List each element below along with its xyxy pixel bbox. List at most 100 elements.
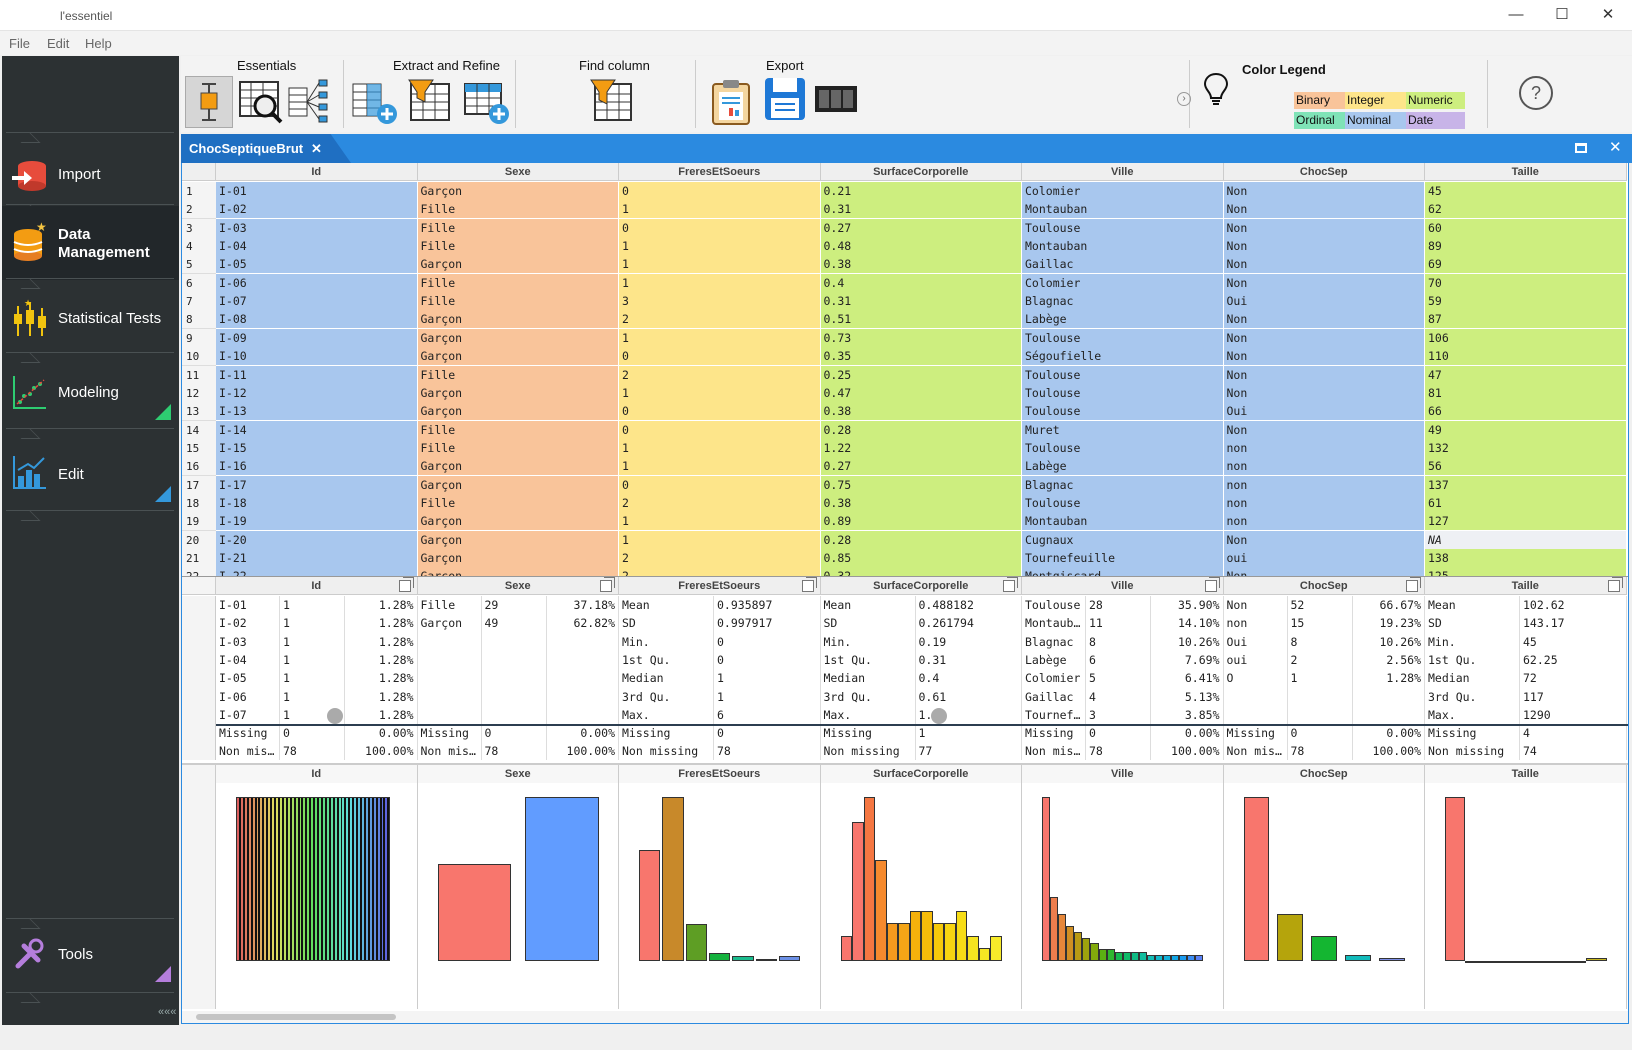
table-cell[interactable]: 1 — [619, 512, 821, 532]
close-window-icon[interactable]: ✕ — [1588, 4, 1628, 26]
menu-edit[interactable]: Edit — [47, 36, 69, 51]
table-cell[interactable]: Oui — [1223, 292, 1425, 312]
table-cell[interactable]: I-15 — [216, 438, 418, 458]
table-cell[interactable]: 66 — [1425, 402, 1627, 422]
sidebar-item-tools[interactable]: Tools — [2, 924, 179, 988]
table-cell[interactable]: 0.27 — [820, 457, 1022, 477]
table-cell[interactable]: Fille — [417, 200, 619, 220]
table-cell[interactable]: Colomier — [1022, 182, 1224, 201]
table-cell[interactable]: Non — [1223, 328, 1425, 348]
table-cell[interactable]: I-10 — [216, 347, 418, 367]
table-cell[interactable]: I-09 — [216, 328, 418, 348]
table-cell[interactable]: Toulouse — [1022, 438, 1224, 458]
table-cell[interactable]: Non — [1223, 182, 1425, 201]
sidebar-item-modeling[interactable]: Modeling — [2, 362, 179, 426]
table-cell[interactable]: Garçon — [417, 530, 619, 550]
table-cell[interactable]: Labège — [1022, 310, 1224, 330]
table-cell[interactable]: 2 — [619, 310, 821, 330]
save-button[interactable] — [763, 76, 807, 128]
table-cell[interactable]: 0 — [619, 420, 821, 440]
table-cell[interactable]: Montauban — [1022, 512, 1224, 532]
table-cell[interactable]: non — [1223, 457, 1425, 477]
expand-toolbar-button[interactable]: › — [1177, 92, 1191, 106]
table-cell[interactable]: Non — [1223, 420, 1425, 440]
table-cell[interactable]: 61 — [1425, 493, 1627, 513]
table-cell[interactable]: Garçon — [417, 549, 619, 568]
column-header[interactable]: Taille — [1425, 163, 1627, 181]
table-cell[interactable]: 69 — [1425, 255, 1627, 275]
table-cell[interactable]: 0.31 — [820, 292, 1022, 312]
table-cell[interactable]: I-20 — [216, 530, 418, 550]
table-cell[interactable]: 47 — [1425, 365, 1627, 385]
copy-icon[interactable] — [1204, 577, 1220, 592]
table-cell[interactable]: 0.28 — [820, 530, 1022, 550]
table-cell[interactable]: 0.21 — [820, 182, 1022, 201]
export-report-button[interactable] — [709, 76, 753, 128]
table-cell[interactable]: 0.75 — [820, 475, 1022, 495]
table-cell[interactable]: Non — [1223, 273, 1425, 293]
view-data-button[interactable] — [237, 76, 285, 128]
table-cell[interactable]: 0.4 — [820, 273, 1022, 293]
table-cell[interactable]: 45 — [1425, 182, 1627, 201]
column-header[interactable]: Sexe — [417, 163, 619, 181]
maximize-panel-icon[interactable] — [1575, 143, 1587, 153]
table-cell[interactable]: Labège — [1022, 457, 1224, 477]
table-cell[interactable]: 81 — [1425, 383, 1627, 403]
table-cell[interactable]: I-13 — [216, 402, 418, 422]
add-column-button[interactable] — [351, 76, 401, 128]
table-cell[interactable]: Garçon — [417, 402, 619, 422]
table-cell[interactable]: 2 — [619, 567, 821, 576]
copy-icon[interactable] — [801, 577, 817, 592]
table-cell[interactable]: oui — [1223, 549, 1425, 568]
table-cell[interactable]: 0 — [619, 475, 821, 495]
table-cell[interactable]: 0 — [619, 347, 821, 367]
table-cell[interactable]: 110 — [1425, 347, 1627, 367]
table-cell[interactable]: Garçon — [417, 512, 619, 532]
copy-icon[interactable] — [398, 577, 414, 592]
sidebar-item-import[interactable]: Import — [2, 144, 179, 208]
close-tab-icon[interactable]: ✕ — [311, 134, 322, 163]
sidebar-item-data-management[interactable]: ★ Data Management — [2, 206, 179, 280]
table-cell[interactable]: Non — [1223, 530, 1425, 550]
table-cell[interactable]: Garçon — [417, 328, 619, 348]
table-cell[interactable]: 0.35 — [820, 347, 1022, 367]
expand-summary-icon[interactable] — [326, 707, 343, 724]
horizontal-scrollbar[interactable] — [182, 1011, 1628, 1023]
table-cell[interactable]: 1 — [619, 457, 821, 477]
table-cell[interactable]: Toulouse — [1022, 328, 1224, 348]
table-cell[interactable]: Non — [1223, 365, 1425, 385]
table-cell[interactable]: I-11 — [216, 365, 418, 385]
table-cell[interactable]: 0 — [619, 402, 821, 422]
maximize-icon[interactable]: ☐ — [1542, 4, 1582, 26]
expand-summary-icon[interactable] — [931, 707, 948, 724]
table-cell[interactable]: Non — [1223, 218, 1425, 238]
table-cell[interactable]: Garçon — [417, 383, 619, 403]
table-cell[interactable]: 87 — [1425, 310, 1627, 330]
copy-icon[interactable] — [1607, 577, 1623, 592]
table-cell[interactable]: 89 — [1425, 237, 1627, 257]
table-cell[interactable]: I-08 — [216, 310, 418, 330]
table-cell[interactable]: Tournefeuille — [1022, 549, 1224, 568]
table-cell[interactable]: 0.31 — [820, 200, 1022, 220]
export-video-button[interactable] — [813, 84, 859, 114]
table-cell[interactable]: Oui — [1223, 402, 1425, 422]
table-cell[interactable]: 1 — [619, 200, 821, 220]
table-cell[interactable]: Gaillac — [1022, 255, 1224, 275]
table-cell[interactable]: 0.38 — [820, 493, 1022, 513]
table-cell[interactable]: 0 — [619, 182, 821, 201]
table-cell[interactable]: 125 — [1425, 567, 1627, 576]
table-cell[interactable]: I-04 — [216, 237, 418, 257]
table-cell[interactable]: 0.38 — [820, 255, 1022, 275]
table-cell[interactable]: I-02 — [216, 200, 418, 220]
table-cell[interactable]: I-21 — [216, 549, 418, 568]
table-cell[interactable]: 1 — [619, 328, 821, 348]
tab-dataset[interactable]: ChocSeptiqueBrut ✕ — [181, 134, 351, 163]
add-rows-button[interactable] — [461, 76, 511, 128]
table-cell[interactable]: Garçon — [417, 255, 619, 275]
table-cell[interactable]: 0.85 — [820, 549, 1022, 568]
table-cell[interactable]: I-05 — [216, 255, 418, 275]
table-cell[interactable]: 2 — [619, 493, 821, 513]
column-header[interactable]: Id — [216, 163, 418, 181]
table-cell[interactable]: Toulouse — [1022, 365, 1224, 385]
table-cell[interactable]: 62 — [1425, 200, 1627, 220]
